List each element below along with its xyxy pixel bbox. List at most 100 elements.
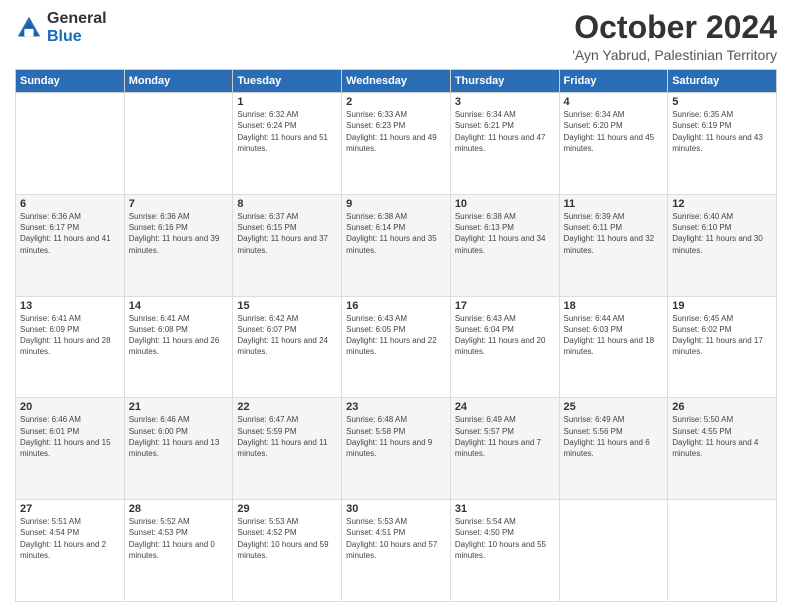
- col-sunday: Sunday: [16, 70, 125, 93]
- day-number: 3: [455, 96, 555, 108]
- day-info: Sunrise: 6:42 AM Sunset: 6:07 PM Dayligh…: [237, 313, 337, 358]
- day-info: Sunrise: 6:46 AM Sunset: 6:00 PM Dayligh…: [129, 414, 229, 459]
- calendar-cell: 2Sunrise: 6:33 AM Sunset: 6:23 PM Daylig…: [342, 93, 451, 195]
- day-info: Sunrise: 6:45 AM Sunset: 6:02 PM Dayligh…: [672, 313, 772, 358]
- day-info: Sunrise: 5:52 AM Sunset: 4:53 PM Dayligh…: [129, 516, 229, 561]
- day-info: Sunrise: 6:34 AM Sunset: 6:21 PM Dayligh…: [455, 109, 555, 154]
- day-info: Sunrise: 5:54 AM Sunset: 4:50 PM Dayligh…: [455, 516, 555, 561]
- col-monday: Monday: [124, 70, 233, 93]
- logo-blue: Blue: [47, 28, 82, 45]
- day-number: 11: [564, 198, 664, 210]
- day-info: Sunrise: 6:39 AM Sunset: 6:11 PM Dayligh…: [564, 211, 664, 256]
- col-saturday: Saturday: [668, 70, 777, 93]
- day-number: 21: [129, 401, 229, 413]
- calendar-cell: 26Sunrise: 5:50 AM Sunset: 4:55 PM Dayli…: [668, 398, 777, 500]
- calendar-week-5: 27Sunrise: 5:51 AM Sunset: 4:54 PM Dayli…: [16, 500, 777, 602]
- calendar-cell: 20Sunrise: 6:46 AM Sunset: 6:01 PM Dayli…: [16, 398, 125, 500]
- day-info: Sunrise: 6:38 AM Sunset: 6:13 PM Dayligh…: [455, 211, 555, 256]
- calendar-page: General Blue October 2024 'Ayn Yabrud, P…: [0, 0, 792, 612]
- calendar-cell: 22Sunrise: 6:47 AM Sunset: 5:59 PM Dayli…: [233, 398, 342, 500]
- calendar-cell: 27Sunrise: 5:51 AM Sunset: 4:54 PM Dayli…: [16, 500, 125, 602]
- col-tuesday: Tuesday: [233, 70, 342, 93]
- day-info: Sunrise: 6:43 AM Sunset: 6:05 PM Dayligh…: [346, 313, 446, 358]
- day-info: Sunrise: 6:35 AM Sunset: 6:19 PM Dayligh…: [672, 109, 772, 154]
- day-info: Sunrise: 6:34 AM Sunset: 6:20 PM Dayligh…: [564, 109, 664, 154]
- day-number: 23: [346, 401, 446, 413]
- calendar-cell: 10Sunrise: 6:38 AM Sunset: 6:13 PM Dayli…: [450, 194, 559, 296]
- day-number: 17: [455, 300, 555, 312]
- calendar-cell: 14Sunrise: 6:41 AM Sunset: 6:08 PM Dayli…: [124, 296, 233, 398]
- calendar-cell: 28Sunrise: 5:52 AM Sunset: 4:53 PM Dayli…: [124, 500, 233, 602]
- day-info: Sunrise: 6:36 AM Sunset: 6:17 PM Dayligh…: [20, 211, 120, 256]
- calendar-cell: 29Sunrise: 5:53 AM Sunset: 4:52 PM Dayli…: [233, 500, 342, 602]
- calendar-table: Sunday Monday Tuesday Wednesday Thursday…: [15, 69, 777, 602]
- day-number: 10: [455, 198, 555, 210]
- day-number: 9: [346, 198, 446, 210]
- day-info: Sunrise: 6:36 AM Sunset: 6:16 PM Dayligh…: [129, 211, 229, 256]
- calendar-cell: 17Sunrise: 6:43 AM Sunset: 6:04 PM Dayli…: [450, 296, 559, 398]
- calendar-cell: 16Sunrise: 6:43 AM Sunset: 6:05 PM Dayli…: [342, 296, 451, 398]
- day-number: 28: [129, 503, 229, 515]
- calendar-cell: 4Sunrise: 6:34 AM Sunset: 6:20 PM Daylig…: [559, 93, 668, 195]
- day-number: 29: [237, 503, 337, 515]
- day-info: Sunrise: 6:48 AM Sunset: 5:58 PM Dayligh…: [346, 414, 446, 459]
- day-number: 13: [20, 300, 120, 312]
- day-info: Sunrise: 5:53 AM Sunset: 4:52 PM Dayligh…: [237, 516, 337, 561]
- day-info: Sunrise: 6:38 AM Sunset: 6:14 PM Dayligh…: [346, 211, 446, 256]
- day-number: 24: [455, 401, 555, 413]
- day-number: 6: [20, 198, 120, 210]
- calendar-cell: 18Sunrise: 6:44 AM Sunset: 6:03 PM Dayli…: [559, 296, 668, 398]
- location-title: 'Ayn Yabrud, Palestinian Territory: [572, 47, 777, 63]
- calendar-week-4: 20Sunrise: 6:46 AM Sunset: 6:01 PM Dayli…: [16, 398, 777, 500]
- day-info: Sunrise: 6:46 AM Sunset: 6:01 PM Dayligh…: [20, 414, 120, 459]
- day-number: 16: [346, 300, 446, 312]
- day-info: Sunrise: 6:41 AM Sunset: 6:08 PM Dayligh…: [129, 313, 229, 358]
- calendar-cell: 1Sunrise: 6:32 AM Sunset: 6:24 PM Daylig…: [233, 93, 342, 195]
- logo-text: General Blue: [47, 10, 107, 45]
- calendar-cell: 7Sunrise: 6:36 AM Sunset: 6:16 PM Daylig…: [124, 194, 233, 296]
- title-block: October 2024 'Ayn Yabrud, Palestinian Te…: [572, 10, 777, 63]
- calendar-cell: 25Sunrise: 6:49 AM Sunset: 5:56 PM Dayli…: [559, 398, 668, 500]
- day-info: Sunrise: 6:41 AM Sunset: 6:09 PM Dayligh…: [20, 313, 120, 358]
- calendar-cell: 31Sunrise: 5:54 AM Sunset: 4:50 PM Dayli…: [450, 500, 559, 602]
- day-info: Sunrise: 6:32 AM Sunset: 6:24 PM Dayligh…: [237, 109, 337, 154]
- day-number: 1: [237, 96, 337, 108]
- calendar-week-2: 6Sunrise: 6:36 AM Sunset: 6:17 PM Daylig…: [16, 194, 777, 296]
- calendar-cell: 8Sunrise: 6:37 AM Sunset: 6:15 PM Daylig…: [233, 194, 342, 296]
- logo-general: General: [47, 10, 107, 27]
- calendar-cell: [124, 93, 233, 195]
- day-number: 7: [129, 198, 229, 210]
- day-info: Sunrise: 5:50 AM Sunset: 4:55 PM Dayligh…: [672, 414, 772, 459]
- calendar-cell: [16, 93, 125, 195]
- calendar-cell: 5Sunrise: 6:35 AM Sunset: 6:19 PM Daylig…: [668, 93, 777, 195]
- day-number: 2: [346, 96, 446, 108]
- calendar-cell: 24Sunrise: 6:49 AM Sunset: 5:57 PM Dayli…: [450, 398, 559, 500]
- day-number: 20: [20, 401, 120, 413]
- day-number: 22: [237, 401, 337, 413]
- day-number: 14: [129, 300, 229, 312]
- day-number: 26: [672, 401, 772, 413]
- day-number: 8: [237, 198, 337, 210]
- day-info: Sunrise: 5:53 AM Sunset: 4:51 PM Dayligh…: [346, 516, 446, 561]
- col-friday: Friday: [559, 70, 668, 93]
- day-info: Sunrise: 6:43 AM Sunset: 6:04 PM Dayligh…: [455, 313, 555, 358]
- calendar-cell: 6Sunrise: 6:36 AM Sunset: 6:17 PM Daylig…: [16, 194, 125, 296]
- day-number: 4: [564, 96, 664, 108]
- day-number: 25: [564, 401, 664, 413]
- calendar-header-row: Sunday Monday Tuesday Wednesday Thursday…: [16, 70, 777, 93]
- day-number: 30: [346, 503, 446, 515]
- calendar-week-1: 1Sunrise: 6:32 AM Sunset: 6:24 PM Daylig…: [16, 93, 777, 195]
- month-title: October 2024: [572, 10, 777, 45]
- day-info: Sunrise: 6:33 AM Sunset: 6:23 PM Dayligh…: [346, 109, 446, 154]
- day-info: Sunrise: 6:49 AM Sunset: 5:57 PM Dayligh…: [455, 414, 555, 459]
- day-number: 19: [672, 300, 772, 312]
- calendar-week-3: 13Sunrise: 6:41 AM Sunset: 6:09 PM Dayli…: [16, 296, 777, 398]
- day-number: 31: [455, 503, 555, 515]
- calendar-cell: [668, 500, 777, 602]
- logo-icon: [15, 14, 43, 42]
- day-number: 12: [672, 198, 772, 210]
- day-info: Sunrise: 6:40 AM Sunset: 6:10 PM Dayligh…: [672, 211, 772, 256]
- calendar-cell: 19Sunrise: 6:45 AM Sunset: 6:02 PM Dayli…: [668, 296, 777, 398]
- calendar-cell: 11Sunrise: 6:39 AM Sunset: 6:11 PM Dayli…: [559, 194, 668, 296]
- calendar-cell: 12Sunrise: 6:40 AM Sunset: 6:10 PM Dayli…: [668, 194, 777, 296]
